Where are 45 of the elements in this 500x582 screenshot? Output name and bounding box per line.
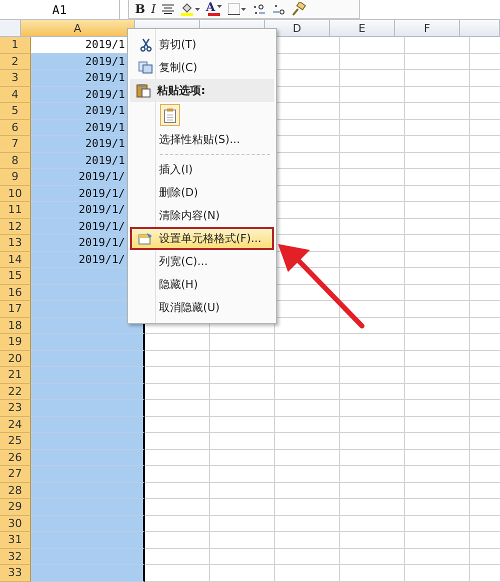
row-header[interactable]: 3 — [0, 70, 31, 86]
row-header[interactable]: 4 — [0, 86, 31, 103]
menu-item[interactable]: 隐藏(H) — [130, 273, 274, 296]
row-header[interactable]: 6 — [0, 120, 31, 136]
font-color-button[interactable]: A — [206, 0, 222, 18]
row-header[interactable]: 5 — [0, 103, 31, 120]
row-header[interactable]: 9 — [0, 169, 31, 186]
row-header[interactable]: 24 — [0, 416, 31, 433]
row-header[interactable]: 2 — [0, 54, 31, 70]
row-header[interactable]: 11 — [0, 202, 31, 218]
row-header[interactable]: 8 — [0, 152, 31, 169]
row-header[interactable]: 10 — [0, 186, 31, 202]
row-header[interactable]: 16 — [0, 284, 31, 301]
italic-button[interactable]: I — [151, 0, 156, 18]
row-header[interactable]: 14 — [0, 252, 31, 268]
row-header[interactable]: 15 — [0, 268, 31, 284]
row-header[interactable]: 28 — [0, 482, 31, 499]
row-header[interactable]: 29 — [0, 499, 31, 516]
row-header[interactable]: 12 — [0, 218, 31, 235]
menu-item[interactable]: 设置单元格格式(F)... — [130, 227, 274, 250]
row-header[interactable]: 30 — [0, 516, 31, 532]
row-header[interactable]: 26 — [0, 450, 31, 466]
row-header[interactable]: 27 — [0, 466, 31, 482]
bold-button[interactable]: B — [135, 0, 146, 18]
row-header[interactable]: 31 — [0, 532, 31, 548]
column-header[interactable]: D — [265, 20, 330, 37]
row-header[interactable]: 23 — [0, 400, 31, 416]
row-header[interactable]: 22 — [0, 384, 31, 400]
row-header[interactable]: 7 — [0, 136, 31, 152]
row-header[interactable]: 21 — [0, 367, 31, 384]
row-header[interactable]: 32 — [0, 548, 31, 565]
menu-section-header: 粘贴选项: — [130, 79, 274, 102]
row-header[interactable]: 20 — [0, 350, 31, 367]
row-header[interactable]: 1 — [0, 37, 31, 54]
column-header[interactable]: A — [21, 20, 135, 37]
row-header[interactable]: 17 — [0, 301, 31, 318]
column-header[interactable]: F — [395, 20, 460, 37]
name-box[interactable]: A1 — [0, 0, 120, 19]
row-header[interactable]: 33 — [0, 565, 31, 582]
row-header[interactable]: 19 — [0, 334, 31, 350]
menu-item[interactable]: 取消隐藏(U) — [130, 296, 274, 319]
column-header[interactable]: E — [330, 20, 395, 37]
row-header[interactable]: 18 — [0, 318, 31, 334]
row-header[interactable]: 13 — [0, 235, 31, 252]
row-header[interactable]: 25 — [0, 433, 31, 450]
